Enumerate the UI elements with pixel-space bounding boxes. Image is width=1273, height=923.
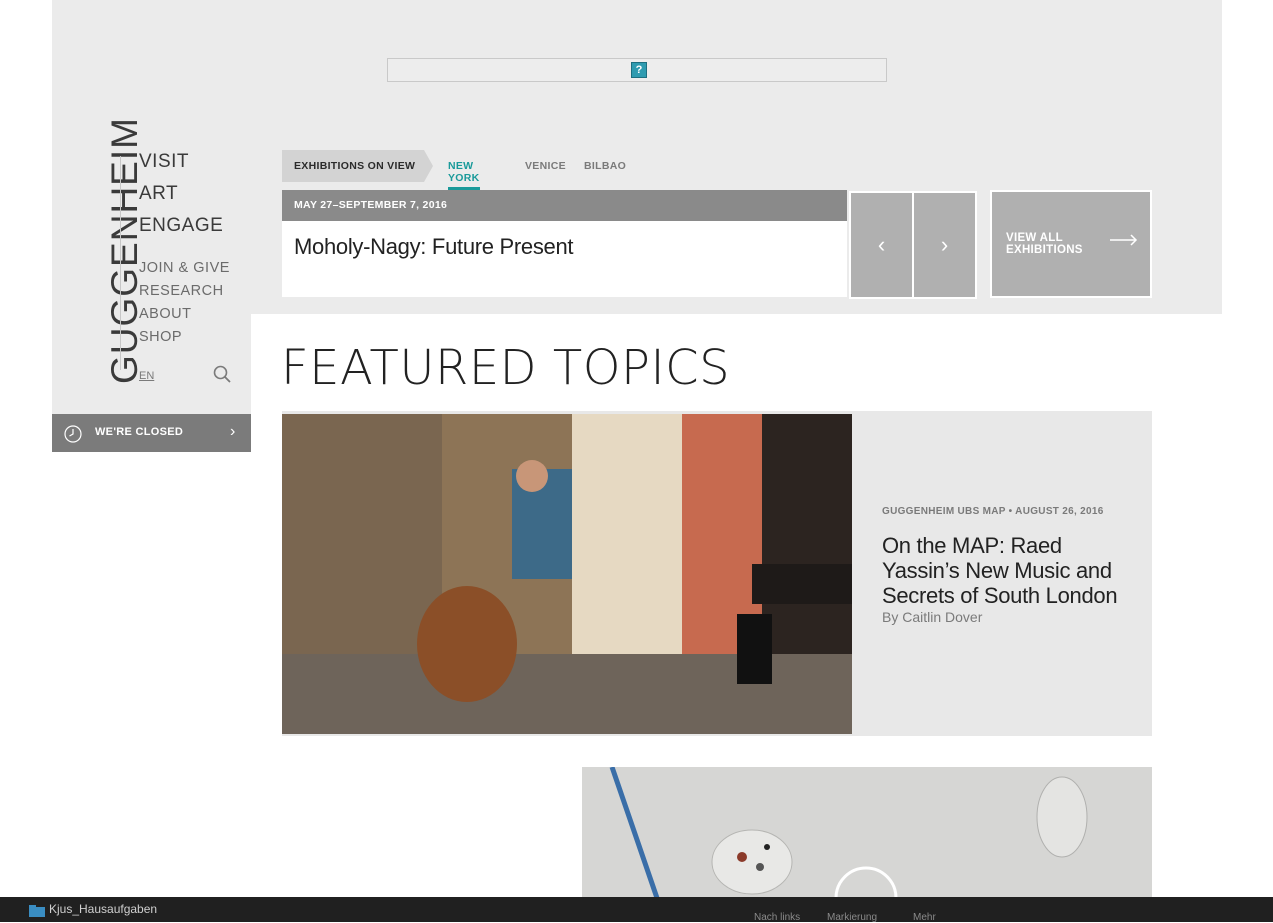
guggenheim-logo[interactable]: GUGGENHEIM	[74, 117, 145, 384]
broken-image-icon: ?	[631, 62, 647, 78]
os-dock: Kjus_Hausaufgaben Nach links Markierung …	[0, 897, 1273, 923]
closed-label: WE'RE CLOSED	[95, 426, 184, 438]
previous-button[interactable]: ‹	[849, 191, 914, 299]
exhibition-card[interactable]: MAY 27–SEPTEMBER 7, 2016 Moholy-Nagy: Fu…	[282, 190, 847, 297]
folder-icon	[29, 905, 45, 917]
nav-divider	[120, 156, 121, 370]
exhibition-title[interactable]: Moholy-Nagy: Future Present	[294, 234, 574, 260]
featured-topics-heading: FEATURED TOPICS	[281, 340, 731, 396]
exhibitions-heading: EXHIBITIONS ON VIEW	[282, 150, 433, 182]
next-button[interactable]: ›	[912, 191, 977, 299]
article-source[interactable]: GUGGENHEIM UBS MAP	[882, 506, 1006, 517]
nav-shop[interactable]: SHOP	[139, 327, 230, 350]
article-title[interactable]: On the MAP: Raed Yassin’s New Music and …	[882, 533, 1122, 608]
featured-article-card[interactable]: GUGGENHEIM UBS MAP • AUGUST 26, 2016 On …	[282, 411, 1152, 736]
article-date: AUGUST 26, 2016	[1015, 506, 1104, 517]
nav-visit[interactable]: VISIT	[139, 150, 223, 182]
nav-join-give[interactable]: JOIN & GIVE	[139, 258, 230, 281]
ad-banner[interactable]: ?	[387, 58, 887, 82]
dock-item-mehr[interactable]: Mehr	[913, 912, 936, 923]
main-nav: VISIT ART ENGAGE	[139, 150, 223, 246]
dock-item-nach-links[interactable]: Nach links	[754, 912, 800, 923]
hours-status-bar[interactable]: WE'RE CLOSED ›	[52, 414, 251, 452]
language-selector[interactable]: EN	[139, 370, 154, 382]
article-byline: By Caitlin Dover	[882, 609, 983, 625]
dock-item-markierung[interactable]: Markierung	[827, 912, 877, 923]
view-all-exhibitions-button[interactable]: VIEW ALL EXHIBITIONS	[990, 190, 1152, 298]
search-icon[interactable]	[213, 365, 231, 383]
chevron-right-icon: ›	[940, 232, 949, 257]
second-article-photo[interactable]	[582, 767, 1152, 898]
article-photo[interactable]	[282, 414, 852, 734]
tab-venice[interactable]: VENICE	[525, 160, 566, 172]
nav-about[interactable]: ABOUT	[139, 304, 230, 327]
chevron-right-icon: ›	[230, 423, 236, 440]
arrow-right-icon	[1110, 234, 1138, 246]
dock-folder-label[interactable]: Kjus_Hausaufgaben	[49, 902, 157, 916]
exhibition-date: MAY 27–SEPTEMBER 7, 2016	[282, 190, 847, 221]
chevron-left-icon: ‹	[877, 232, 886, 257]
article-meta: GUGGENHEIM UBS MAP • AUGUST 26, 2016	[882, 506, 1104, 517]
nav-research[interactable]: RESEARCH	[139, 281, 230, 304]
nav-engage[interactable]: ENGAGE	[139, 214, 223, 246]
tab-new-york[interactable]: NEW YORK	[448, 160, 480, 190]
tab-bilbao[interactable]: BILBAO	[584, 160, 626, 172]
clock-icon	[64, 425, 82, 443]
nav-art[interactable]: ART	[139, 182, 223, 214]
secondary-nav: JOIN & GIVE RESEARCH ABOUT SHOP	[139, 258, 230, 350]
